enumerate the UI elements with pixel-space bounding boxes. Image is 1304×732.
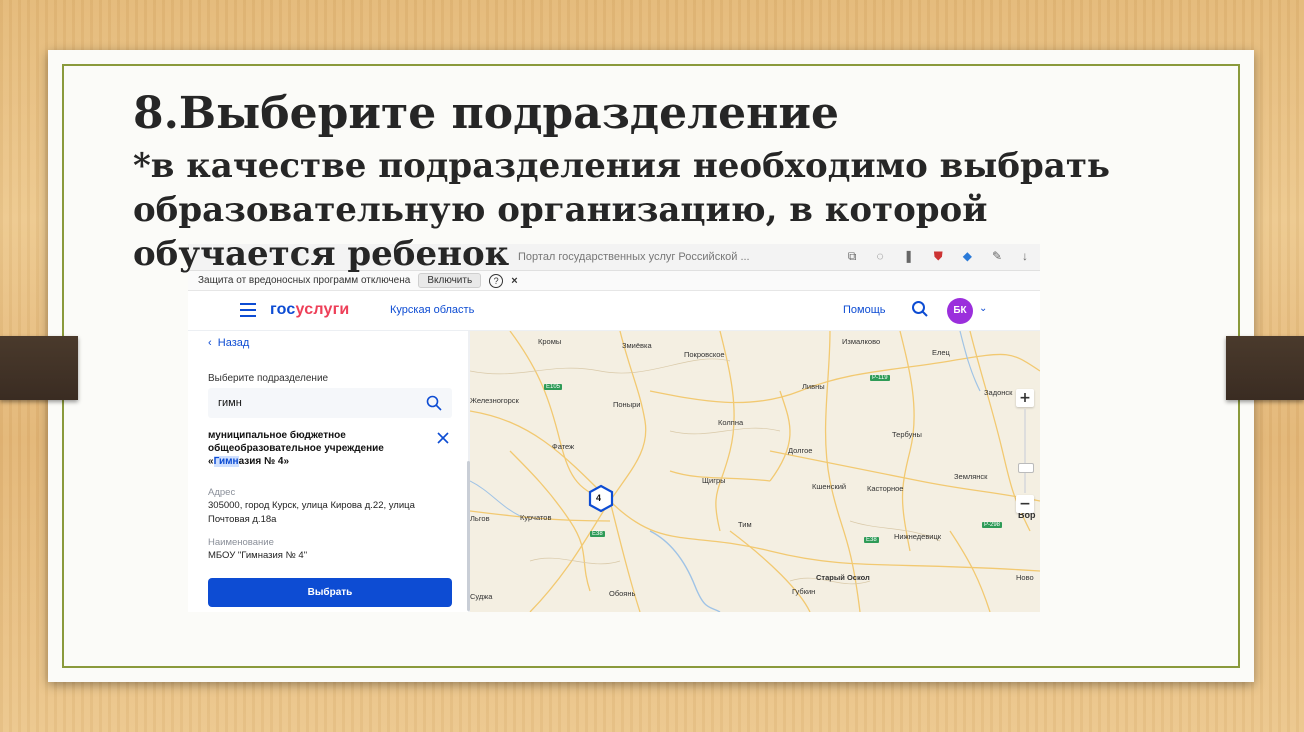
back-link[interactable]: ‹ Назад (208, 337, 249, 349)
zoom-out-button[interactable]: − (1016, 495, 1034, 513)
map-label-shchigry: Щигры (702, 476, 726, 485)
map-label-pokrovskoe: Покровское (684, 350, 725, 359)
search-icon[interactable] (426, 395, 442, 411)
short-name-label: Наименование (208, 537, 274, 548)
map-label-terbuny: Тербуны (892, 430, 922, 439)
map-label-dolgoe: Долгое (788, 446, 813, 455)
map-label-novo: Ново (1016, 573, 1034, 582)
map-label-zemlyansk: Землянск (954, 472, 988, 481)
slide-clip-left (0, 336, 78, 400)
subdivision-panel: ‹ Назад Выберите подразделение гимн муни… (188, 331, 470, 612)
close-icon[interactable] (436, 431, 450, 445)
avatar[interactable]: БК (947, 298, 973, 324)
zoom-track[interactable] (1024, 409, 1026, 493)
zoom-slider-handle[interactable] (1018, 463, 1034, 473)
short-name-value: МБОУ "Гимназия № 4" (208, 550, 308, 561)
road-badge-e105: E105 (544, 384, 563, 390)
map-label-kolpna: Колпна (718, 418, 744, 427)
search-highlight: Гимн (213, 456, 239, 467)
search-icon[interactable] (911, 300, 929, 318)
slide-subtitle: *в качестве подразделения необходимо выб… (133, 146, 1110, 274)
select-button[interactable]: Выбрать (208, 578, 452, 607)
map-label-elets: Елец (932, 348, 950, 357)
help-link[interactable]: Помощь (843, 304, 886, 316)
map-label-zadonsk: Задонск (984, 388, 1013, 397)
map-label-kastornoe: Касторное (867, 484, 904, 493)
map-label-lgov: Льгов (470, 514, 490, 523)
chevron-down-icon[interactable]: ⌄ (979, 303, 987, 314)
org-name-end: азия № 4» (238, 456, 290, 467)
search-input[interactable]: гимн (218, 397, 242, 409)
map-label-kromy: Кромы (538, 337, 562, 346)
map[interactable]: Кромы Змиёвка Покровское Измалково Елец … (470, 331, 1040, 612)
map-label-livny: Ливны (802, 382, 825, 391)
map-label-stary-oskol: Старый Оскол (816, 573, 870, 582)
map-label-ponyri: Поныри (613, 400, 641, 409)
road-badge-e38-west: E38 (590, 531, 605, 537)
address-label: Адрес (208, 487, 236, 498)
address-value: 305000, город Курск, улица Кирова д.22, … (208, 500, 415, 525)
slide-clip-right (1226, 336, 1304, 400)
subdivision-search-field[interactable]: гимн (208, 388, 452, 418)
map-label-kurchatov: Курчатов (520, 513, 552, 522)
zoom-control: + − (1016, 389, 1034, 513)
choose-subdivision-label: Выберите подразделение (208, 373, 329, 384)
organization-name: муниципальное бюджетное общеобразователь… (208, 429, 418, 468)
logo-part-2: услуги (295, 301, 350, 318)
logo-part-1: гос (270, 301, 296, 318)
map-label-sudzha: Суджа (470, 592, 493, 601)
cluster-count[interactable]: 4 (596, 493, 601, 503)
gosuslugi-logo[interactable]: госуслуги (270, 301, 349, 319)
region-selector[interactable]: Курская область (390, 304, 474, 316)
site-header: госуслуги Курская область Помощь БК ⌄ (188, 292, 1040, 331)
map-label-kshensky: Кшенский (812, 482, 847, 491)
map-label-tim: Тим (738, 520, 752, 529)
map-label-izmalkovo: Измалково (842, 337, 881, 346)
browser-screenshot: Портал государственных услуг Российской … (188, 244, 1040, 612)
map-label-zmievka: Змиёвка (622, 341, 652, 350)
zoom-in-button[interactable]: + (1016, 389, 1034, 407)
back-label: Назад (217, 337, 250, 349)
road-badge-r298: P-298 (982, 522, 1003, 528)
protection-warning-text: Защита от вредоносных программ отключена (198, 275, 411, 286)
map-label-nizhnedevitsk: Нижнедевицк (894, 532, 942, 541)
map-label-zheleznogorsk: Железногорск (470, 396, 519, 405)
road-badge-e38-east: E38 (864, 537, 879, 543)
map-label-gubkin: Губкин (792, 587, 816, 596)
slide-title: 8.Выберите подразделение (133, 88, 839, 139)
close-icon[interactable]: × (511, 275, 517, 287)
menu-icon[interactable] (240, 303, 256, 317)
map-label-oboyan: Обоянь (609, 589, 636, 598)
map-label-fatezh: Фатеж (552, 442, 575, 451)
road-badge-r119: P-119 (870, 375, 890, 381)
